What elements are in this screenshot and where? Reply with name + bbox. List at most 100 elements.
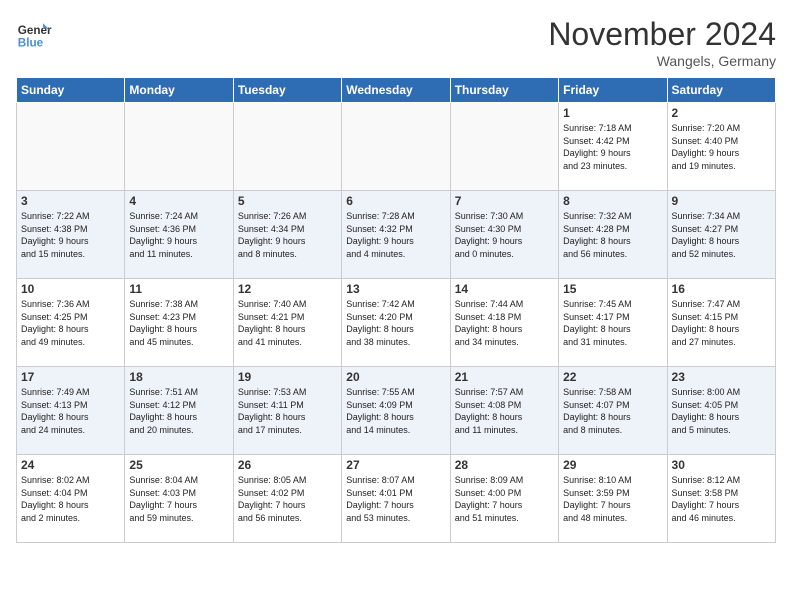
calendar-cell: 20Sunrise: 7:55 AM Sunset: 4:09 PM Dayli… [342,367,450,455]
calendar-cell: 7Sunrise: 7:30 AM Sunset: 4:30 PM Daylig… [450,191,558,279]
calendar-cell: 25 Sunrise: 8:04 AM Sunset: 4:03 PM Dayli… [125,455,233,543]
calendar-cell: 24 Sunrise: 8:02 AM Sunset: 4:04 PM Dayli… [17,455,125,543]
day-info: Sunrise: 8:12 AM Sunset: 3:58 PM Dayligh… [672,474,771,524]
calendar-cell: 13Sunrise: 7:42 AM Sunset: 4:20 PM Dayli… [342,279,450,367]
day-number: 14 [455,282,554,296]
day-info: Sunrise: 7:38 AM Sunset: 4:23 PM Dayligh… [129,298,228,348]
header-thursday: Thursday [450,78,558,103]
day-number: 4 [129,194,228,208]
calendar-cell: 26 Sunrise: 8:05 AM Sunset: 4:02 PM Dayli… [233,455,341,543]
day-number: 8 [563,194,662,208]
day-number: 27 [346,458,445,472]
day-info: Sunrise: 7:42 AM Sunset: 4:20 PM Dayligh… [346,298,445,348]
day-info: Sunrise: 7:26 AM Sunset: 4:34 PM Dayligh… [238,210,337,260]
day-number: 19 [238,370,337,384]
day-info: Sunrise: 7:22 AM Sunset: 4:38 PM Dayligh… [21,210,120,260]
day-number: 25 [129,458,228,472]
day-info: Sunrise: 8:10 AM Sunset: 3:59 PM Dayligh… [563,474,662,524]
day-info: Sunrise: 7:53 AM Sunset: 4:11 PM Dayligh… [238,386,337,436]
day-number: 23 [672,370,771,384]
calendar-cell: 23 Sunrise: 8:00 AM Sunset: 4:05 PM Dayli… [667,367,775,455]
day-info: Sunrise: 7:44 AM Sunset: 4:18 PM Dayligh… [455,298,554,348]
calendar-cell [450,103,558,191]
day-number: 12 [238,282,337,296]
day-info: Sunrise: 7:36 AM Sunset: 4:25 PM Dayligh… [21,298,120,348]
day-info: Sunrise: 7:34 AM Sunset: 4:27 PM Dayligh… [672,210,771,260]
calendar-cell: 18 Sunrise: 7:51 AM Sunset: 4:12 PM Dayli… [125,367,233,455]
calendar-cell: 1 Sunrise: 7:18 AM Sunset: 4:42 PM Daylig… [559,103,667,191]
day-number: 26 [238,458,337,472]
calendar-cell: 2Sunrise: 7:20 AM Sunset: 4:40 PM Daylig… [667,103,775,191]
calendar-cell [233,103,341,191]
title-block: November 2024 Wangels, Germany [548,16,776,69]
calendar-cell: 10 Sunrise: 7:36 AM Sunset: 4:25 PM Dayli… [17,279,125,367]
day-number: 6 [346,194,445,208]
day-info: Sunrise: 7:49 AM Sunset: 4:13 PM Dayligh… [21,386,120,436]
calendar-cell: 4 Sunrise: 7:24 AM Sunset: 4:36 PM Daylig… [125,191,233,279]
day-info: Sunrise: 7:47 AM Sunset: 4:15 PM Dayligh… [672,298,771,348]
calendar-cell: 11 Sunrise: 7:38 AM Sunset: 4:23 PM Dayli… [125,279,233,367]
day-number: 30 [672,458,771,472]
day-number: 20 [346,370,445,384]
day-number: 28 [455,458,554,472]
day-info: Sunrise: 8:02 AM Sunset: 4:04 PM Dayligh… [21,474,120,524]
day-info: Sunrise: 7:32 AM Sunset: 4:28 PM Dayligh… [563,210,662,260]
calendar-cell: 9Sunrise: 7:34 AM Sunset: 4:27 PM Daylig… [667,191,775,279]
page-header: General Blue November 2024 Wangels, Germ… [16,16,776,69]
day-number: 3 [21,194,120,208]
logo: General Blue [16,16,52,52]
day-number: 2 [672,106,771,120]
day-number: 22 [563,370,662,384]
day-number: 1 [563,106,662,120]
day-info: Sunrise: 8:00 AM Sunset: 4:05 PM Dayligh… [672,386,771,436]
calendar-cell: 29 Sunrise: 8:10 AM Sunset: 3:59 PM Dayli… [559,455,667,543]
header-monday: Monday [125,78,233,103]
day-number: 21 [455,370,554,384]
calendar-cell: 30 Sunrise: 8:12 AM Sunset: 3:58 PM Dayli… [667,455,775,543]
day-number: 24 [21,458,120,472]
day-info: Sunrise: 7:40 AM Sunset: 4:21 PM Dayligh… [238,298,337,348]
logo-icon: General Blue [16,16,52,52]
calendar-cell: 16Sunrise: 7:47 AM Sunset: 4:15 PM Dayli… [667,279,775,367]
calendar-cell: 27 Sunrise: 8:07 AM Sunset: 4:01 PM Dayli… [342,455,450,543]
calendar-table: Sunday Monday Tuesday Wednesday Thursday… [16,77,776,543]
calendar-cell: 21Sunrise: 7:57 AM Sunset: 4:08 PM Dayli… [450,367,558,455]
header-friday: Friday [559,78,667,103]
day-number: 10 [21,282,120,296]
month-title: November 2024 [548,16,776,53]
day-info: Sunrise: 7:24 AM Sunset: 4:36 PM Dayligh… [129,210,228,260]
day-info: Sunrise: 7:58 AM Sunset: 4:07 PM Dayligh… [563,386,662,436]
day-info: Sunrise: 8:07 AM Sunset: 4:01 PM Dayligh… [346,474,445,524]
calendar-cell: 14 Sunrise: 7:44 AM Sunset: 4:18 PM Dayli… [450,279,558,367]
header-sunday: Sunday [17,78,125,103]
calendar-cell: 22 Sunrise: 7:58 AM Sunset: 4:07 PM Dayli… [559,367,667,455]
day-info: Sunrise: 8:05 AM Sunset: 4:02 PM Dayligh… [238,474,337,524]
svg-text:General: General [18,24,52,37]
location: Wangels, Germany [548,53,776,69]
day-number: 7 [455,194,554,208]
day-number: 18 [129,370,228,384]
calendar-cell [342,103,450,191]
day-number: 29 [563,458,662,472]
calendar-cell [17,103,125,191]
day-info: Sunrise: 7:45 AM Sunset: 4:17 PM Dayligh… [563,298,662,348]
day-info: Sunrise: 8:04 AM Sunset: 4:03 PM Dayligh… [129,474,228,524]
day-number: 5 [238,194,337,208]
calendar-cell: 17 Sunrise: 7:49 AM Sunset: 4:13 PM Dayli… [17,367,125,455]
calendar-cell: 6 Sunrise: 7:28 AM Sunset: 4:32 PM Daylig… [342,191,450,279]
calendar-cell [125,103,233,191]
calendar-header-row: Sunday Monday Tuesday Wednesday Thursday… [17,78,776,103]
day-info: Sunrise: 7:18 AM Sunset: 4:42 PM Dayligh… [563,122,662,172]
day-number: 11 [129,282,228,296]
day-number: 17 [21,370,120,384]
day-info: Sunrise: 8:09 AM Sunset: 4:00 PM Dayligh… [455,474,554,524]
calendar-cell: 28 Sunrise: 8:09 AM Sunset: 4:00 PM Dayli… [450,455,558,543]
day-info: Sunrise: 7:51 AM Sunset: 4:12 PM Dayligh… [129,386,228,436]
day-info: Sunrise: 7:28 AM Sunset: 4:32 PM Dayligh… [346,210,445,260]
calendar-cell: 3 Sunrise: 7:22 AM Sunset: 4:38 PM Daylig… [17,191,125,279]
svg-text:Blue: Blue [18,37,44,50]
header-saturday: Saturday [667,78,775,103]
calendar-cell: 15 Sunrise: 7:45 AM Sunset: 4:17 PM Dayli… [559,279,667,367]
day-number: 15 [563,282,662,296]
header-tuesday: Tuesday [233,78,341,103]
